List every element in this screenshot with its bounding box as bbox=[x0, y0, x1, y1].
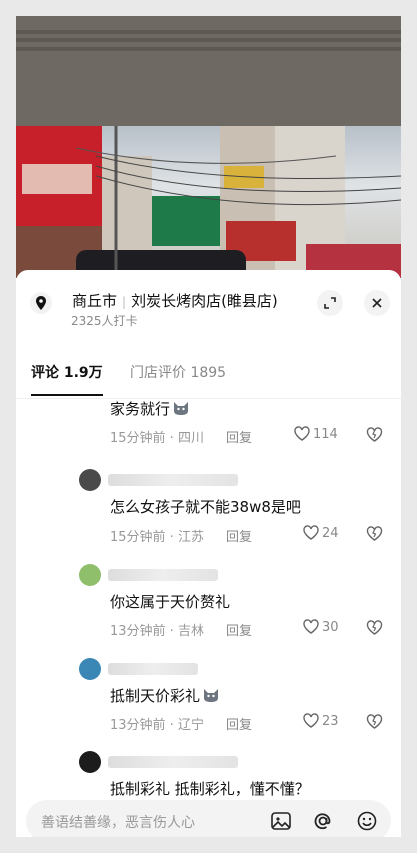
location-icon bbox=[30, 292, 52, 314]
store-name: 刘炭长烤肉店(睢县店) bbox=[131, 292, 278, 310]
comment-item: 怎么女孩子就不能38w8是吧 15分钟前 · 江苏 回复 24 bbox=[16, 466, 401, 556]
avatar[interactable] bbox=[79, 658, 101, 680]
avatar[interactable] bbox=[79, 564, 101, 586]
broken-heart-icon bbox=[366, 526, 383, 541]
power-lines bbox=[75, 126, 401, 278]
broken-heart-icon bbox=[366, 714, 383, 729]
expand-icon bbox=[324, 297, 336, 309]
reply-button[interactable]: 回复 bbox=[226, 620, 252, 639]
comment-list[interactable]: 家务就行 15分钟前 · 四川 回复 114 怎么女孩子就不能38w8是吧 15… bbox=[16, 398, 401, 798]
image-button[interactable] bbox=[270, 810, 292, 836]
comment-text: 你这属于天价赘礼 bbox=[110, 593, 231, 611]
heart-icon bbox=[303, 713, 319, 728]
like-button[interactable]: 114 bbox=[294, 426, 338, 442]
video-band bbox=[16, 30, 401, 34]
like-button[interactable]: 24 bbox=[303, 525, 339, 541]
tab-store-reviews[interactable]: 门店评价 1895 bbox=[130, 362, 226, 382]
dislike-button[interactable] bbox=[366, 427, 383, 446]
mention-button[interactable] bbox=[312, 810, 334, 836]
store-city: 商丘市 bbox=[72, 292, 118, 310]
image-icon bbox=[271, 812, 291, 830]
like-count: 114 bbox=[313, 427, 338, 442]
reply-button[interactable]: 回复 bbox=[226, 714, 252, 733]
reply-button[interactable]: 回复 bbox=[226, 526, 252, 545]
comment-meta: 15分钟前 · 江苏 bbox=[110, 530, 204, 545]
video-band bbox=[16, 47, 401, 51]
username-blurred[interactable] bbox=[108, 474, 238, 486]
like-count: 24 bbox=[322, 526, 339, 541]
active-tab-indicator bbox=[31, 394, 103, 396]
comment-meta: 15分钟前 · 四川 bbox=[110, 431, 204, 446]
comment-text: 抵制彩礼 抵制彩礼，懂不懂？ bbox=[110, 780, 310, 798]
reply-button[interactable]: 回复 bbox=[226, 427, 252, 446]
comment-item: 抵制彩礼 抵制彩礼，懂不懂？ bbox=[16, 748, 401, 798]
comment-text: 家务就行 bbox=[110, 398, 190, 419]
dislike-button[interactable] bbox=[366, 714, 383, 733]
store-header: 商丘市 | 刘炭长烤肉店(睢县店) 2325人打卡 bbox=[16, 270, 401, 330]
tab-comments[interactable]: 评论 1.9万 bbox=[31, 362, 103, 382]
comment-text: 抵制天价彩礼 bbox=[110, 685, 220, 706]
username-blurred[interactable] bbox=[108, 663, 198, 675]
like-button[interactable]: 30 bbox=[303, 619, 339, 635]
cat-emoji-icon bbox=[172, 400, 190, 416]
input-placeholder: 善语结善缘，恶言伤人心 bbox=[41, 815, 195, 831]
video-player[interactable] bbox=[16, 16, 401, 278]
close-icon bbox=[372, 298, 382, 308]
cat-emoji-icon bbox=[202, 687, 220, 703]
comment-meta: 13分钟前 · 吉林 bbox=[110, 624, 204, 639]
dislike-button[interactable] bbox=[366, 526, 383, 545]
username-blurred[interactable] bbox=[108, 569, 218, 581]
tab-bar: 评论 1.9万 门店评价 1895 bbox=[16, 348, 401, 399]
username-blurred[interactable] bbox=[108, 756, 238, 768]
comment-text: 怎么女孩子就不能38w8是吧 bbox=[110, 498, 301, 516]
checkin-count: 2325人打卡 bbox=[71, 314, 138, 328]
avatar[interactable] bbox=[79, 469, 101, 491]
street-photo bbox=[16, 126, 401, 278]
like-button[interactable]: 23 bbox=[303, 713, 339, 729]
screen: 商丘市 | 刘炭长烤肉店(睢县店) 2325人打卡 评论 1.9万 门店评价 189… bbox=[16, 16, 401, 837]
comment-sheet: 商丘市 | 刘炭长烤肉店(睢县店) 2325人打卡 评论 1.9万 门店评价 189… bbox=[16, 270, 401, 837]
broken-heart-icon bbox=[366, 427, 383, 442]
comment-item: 抵制天价彩礼 13分钟前 · 辽宁 回复 23 bbox=[16, 655, 401, 745]
comment-meta: 13分钟前 · 辽宁 bbox=[110, 718, 204, 733]
emoji-button[interactable] bbox=[356, 810, 378, 836]
heart-icon bbox=[294, 426, 310, 441]
dislike-button[interactable] bbox=[366, 620, 383, 639]
expand-button[interactable] bbox=[317, 290, 343, 316]
heart-icon bbox=[303, 619, 319, 634]
heart-icon bbox=[303, 525, 319, 540]
comment-input[interactable]: 善语结善缘，恶言伤人心 bbox=[26, 800, 391, 837]
comment-item: 家务就行 15分钟前 · 四川 回复 114 bbox=[16, 398, 401, 458]
avatar[interactable] bbox=[79, 751, 101, 773]
at-icon bbox=[314, 813, 331, 830]
store-title[interactable]: 商丘市 | 刘炭长烤肉店(睢县店) bbox=[72, 290, 278, 311]
close-button[interactable] bbox=[364, 290, 390, 316]
like-count: 23 bbox=[322, 714, 339, 729]
broken-heart-icon bbox=[366, 620, 383, 635]
comment-item: 你这属于天价赘礼 13分钟前 · 吉林 回复 30 bbox=[16, 561, 401, 651]
emoji-icon bbox=[357, 811, 377, 831]
like-count: 30 bbox=[322, 620, 339, 635]
video-band bbox=[16, 38, 401, 42]
